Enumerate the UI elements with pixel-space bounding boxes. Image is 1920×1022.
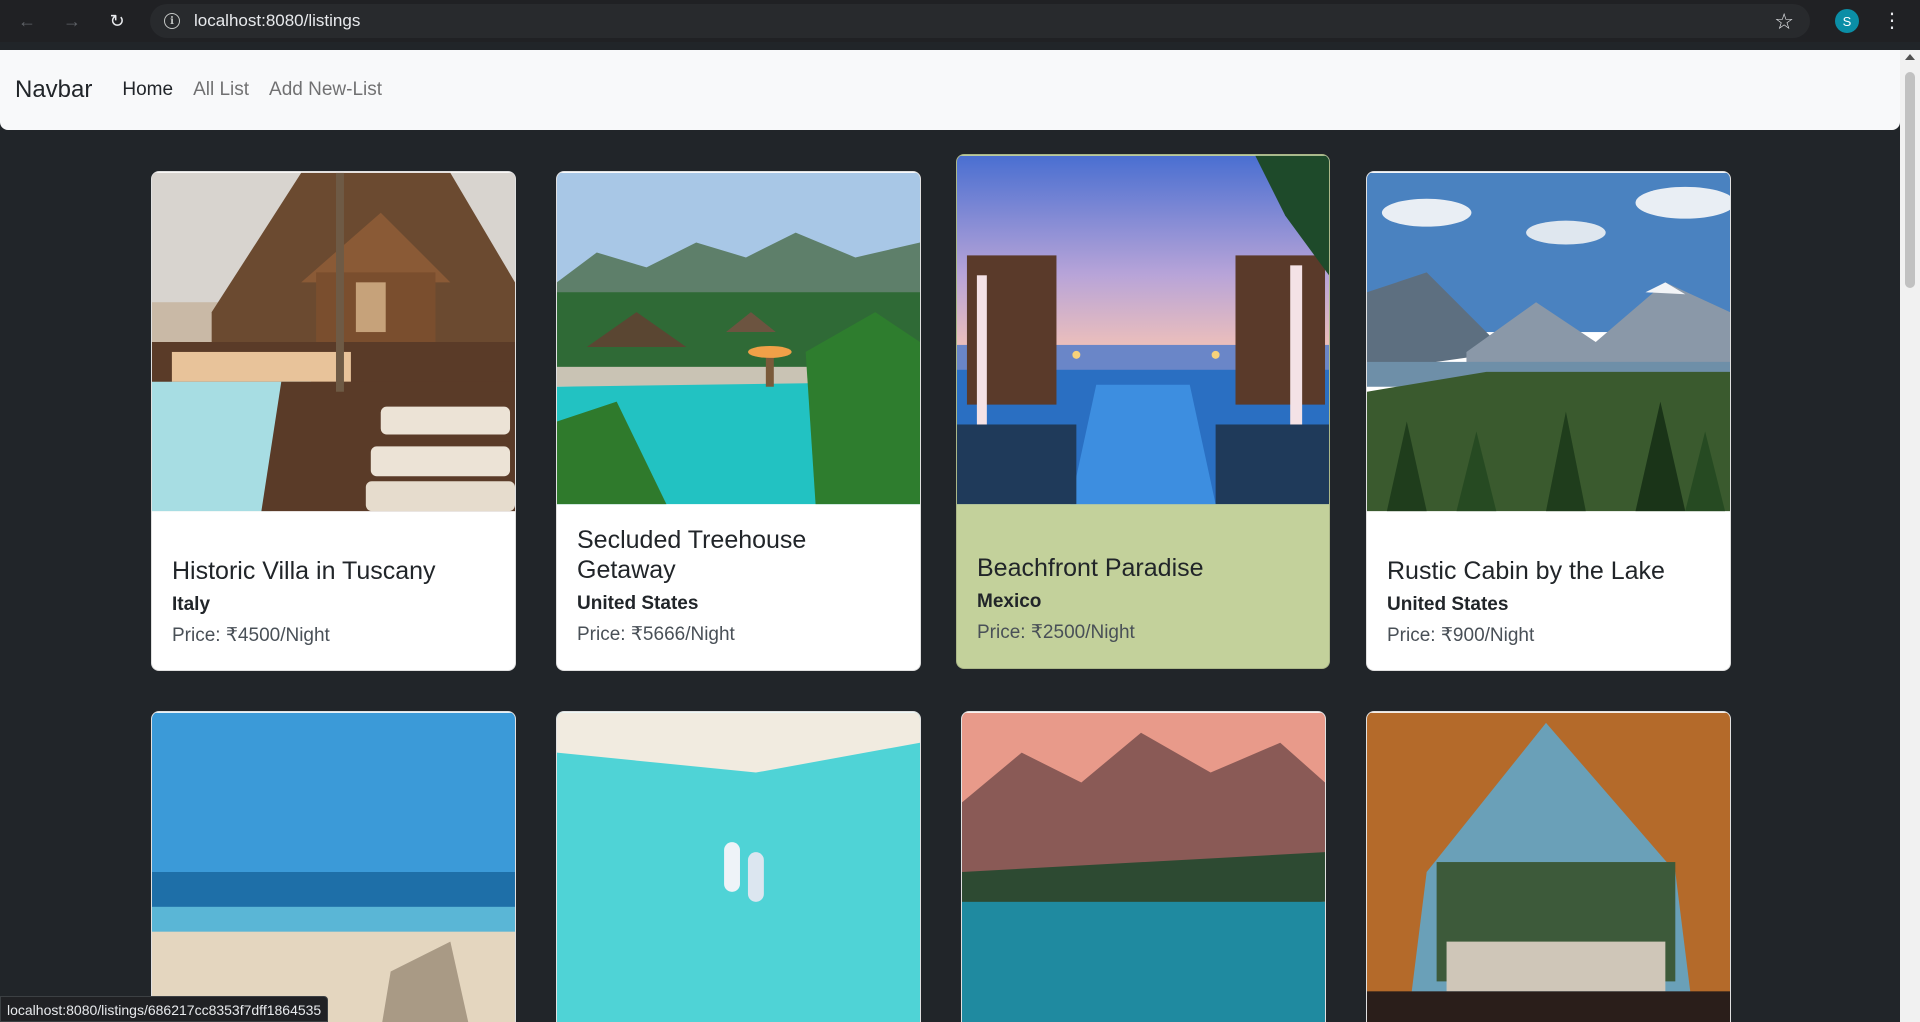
listing-price: Price: ₹4500/Night	[172, 625, 330, 646]
listing-card[interactable]: Rustic Cabin by the Lake United States P…	[1366, 171, 1731, 671]
listing-card[interactable]	[151, 711, 516, 1022]
scroll-up-arrow-icon[interactable]	[1905, 54, 1915, 60]
site-navbar: Navbar Home All List Add New-List	[0, 50, 1900, 130]
listing-title: Beachfront Paradise	[977, 554, 1204, 582]
listing-image	[957, 155, 1329, 505]
nav-link-home[interactable]: Home	[122, 79, 173, 101]
browser-toolbar: ← → ↻ i localhost:8080/listings ☆ S ⋮	[0, 0, 1920, 42]
listing-image	[152, 172, 515, 512]
listing-card[interactable]	[961, 711, 1326, 1022]
listing-card-hover[interactable]: Beachfront Paradise Mexico Price: ₹2500/…	[956, 154, 1330, 669]
link-status-bar: localhost:8080/listings/686217cc8353f7df…	[0, 996, 329, 1022]
listing-price: Price: ₹5666/Night	[577, 624, 735, 645]
reload-icon[interactable]: ↻	[103, 7, 131, 35]
nav-link-all-list[interactable]: All List	[193, 79, 249, 101]
scrollbar-thumb[interactable]	[1905, 72, 1915, 288]
listing-title: Rustic Cabin by the Lake	[1387, 557, 1665, 585]
page-scrollbar[interactable]	[1900, 50, 1920, 1022]
bookmark-star-icon[interactable]: ☆	[1774, 9, 1794, 35]
address-url[interactable]: localhost:8080/listings	[194, 11, 360, 31]
listing-image	[152, 712, 515, 1022]
listing-country: United States	[1387, 594, 1509, 615]
listing-image	[1367, 712, 1730, 1022]
navbar-brand[interactable]: Navbar	[15, 76, 92, 104]
listing-title: Secluded Treehouse Getaway	[577, 526, 807, 584]
forward-arrow-icon[interactable]: →	[58, 7, 86, 35]
page-content: Navbar Home All List Add New-List Histor…	[0, 50, 1900, 1022]
listing-image	[962, 712, 1325, 1022]
site-info-icon[interactable]: i	[164, 13, 180, 29]
listing-image	[1367, 172, 1730, 512]
address-bar[interactable]: i localhost:8080/listings ☆	[150, 4, 1810, 38]
nav-link-add-new-list[interactable]: Add New-List	[269, 79, 382, 101]
listing-card[interactable]: Secluded Treehouse Getaway United States…	[556, 171, 921, 671]
back-arrow-icon[interactable]: ←	[13, 7, 41, 35]
listing-price: Price: ₹900/Night	[1387, 625, 1535, 646]
listing-image	[557, 172, 920, 505]
listing-card[interactable]	[1366, 711, 1731, 1022]
browser-menu-icon[interactable]: ⋮	[1882, 8, 1902, 34]
listing-image	[557, 712, 920, 1022]
listing-country: Mexico	[977, 591, 1042, 612]
listing-country: United States	[577, 593, 699, 614]
listing-title: Historic Villa in Tuscany	[172, 557, 436, 585]
listing-card[interactable]: Historic Villa in Tuscany Italy Price: ₹…	[151, 171, 516, 671]
listing-price: Price: ₹2500/Night	[977, 622, 1135, 643]
profile-avatar[interactable]: S	[1835, 9, 1859, 33]
listing-card[interactable]	[556, 711, 921, 1022]
listing-country: Italy	[172, 594, 211, 615]
